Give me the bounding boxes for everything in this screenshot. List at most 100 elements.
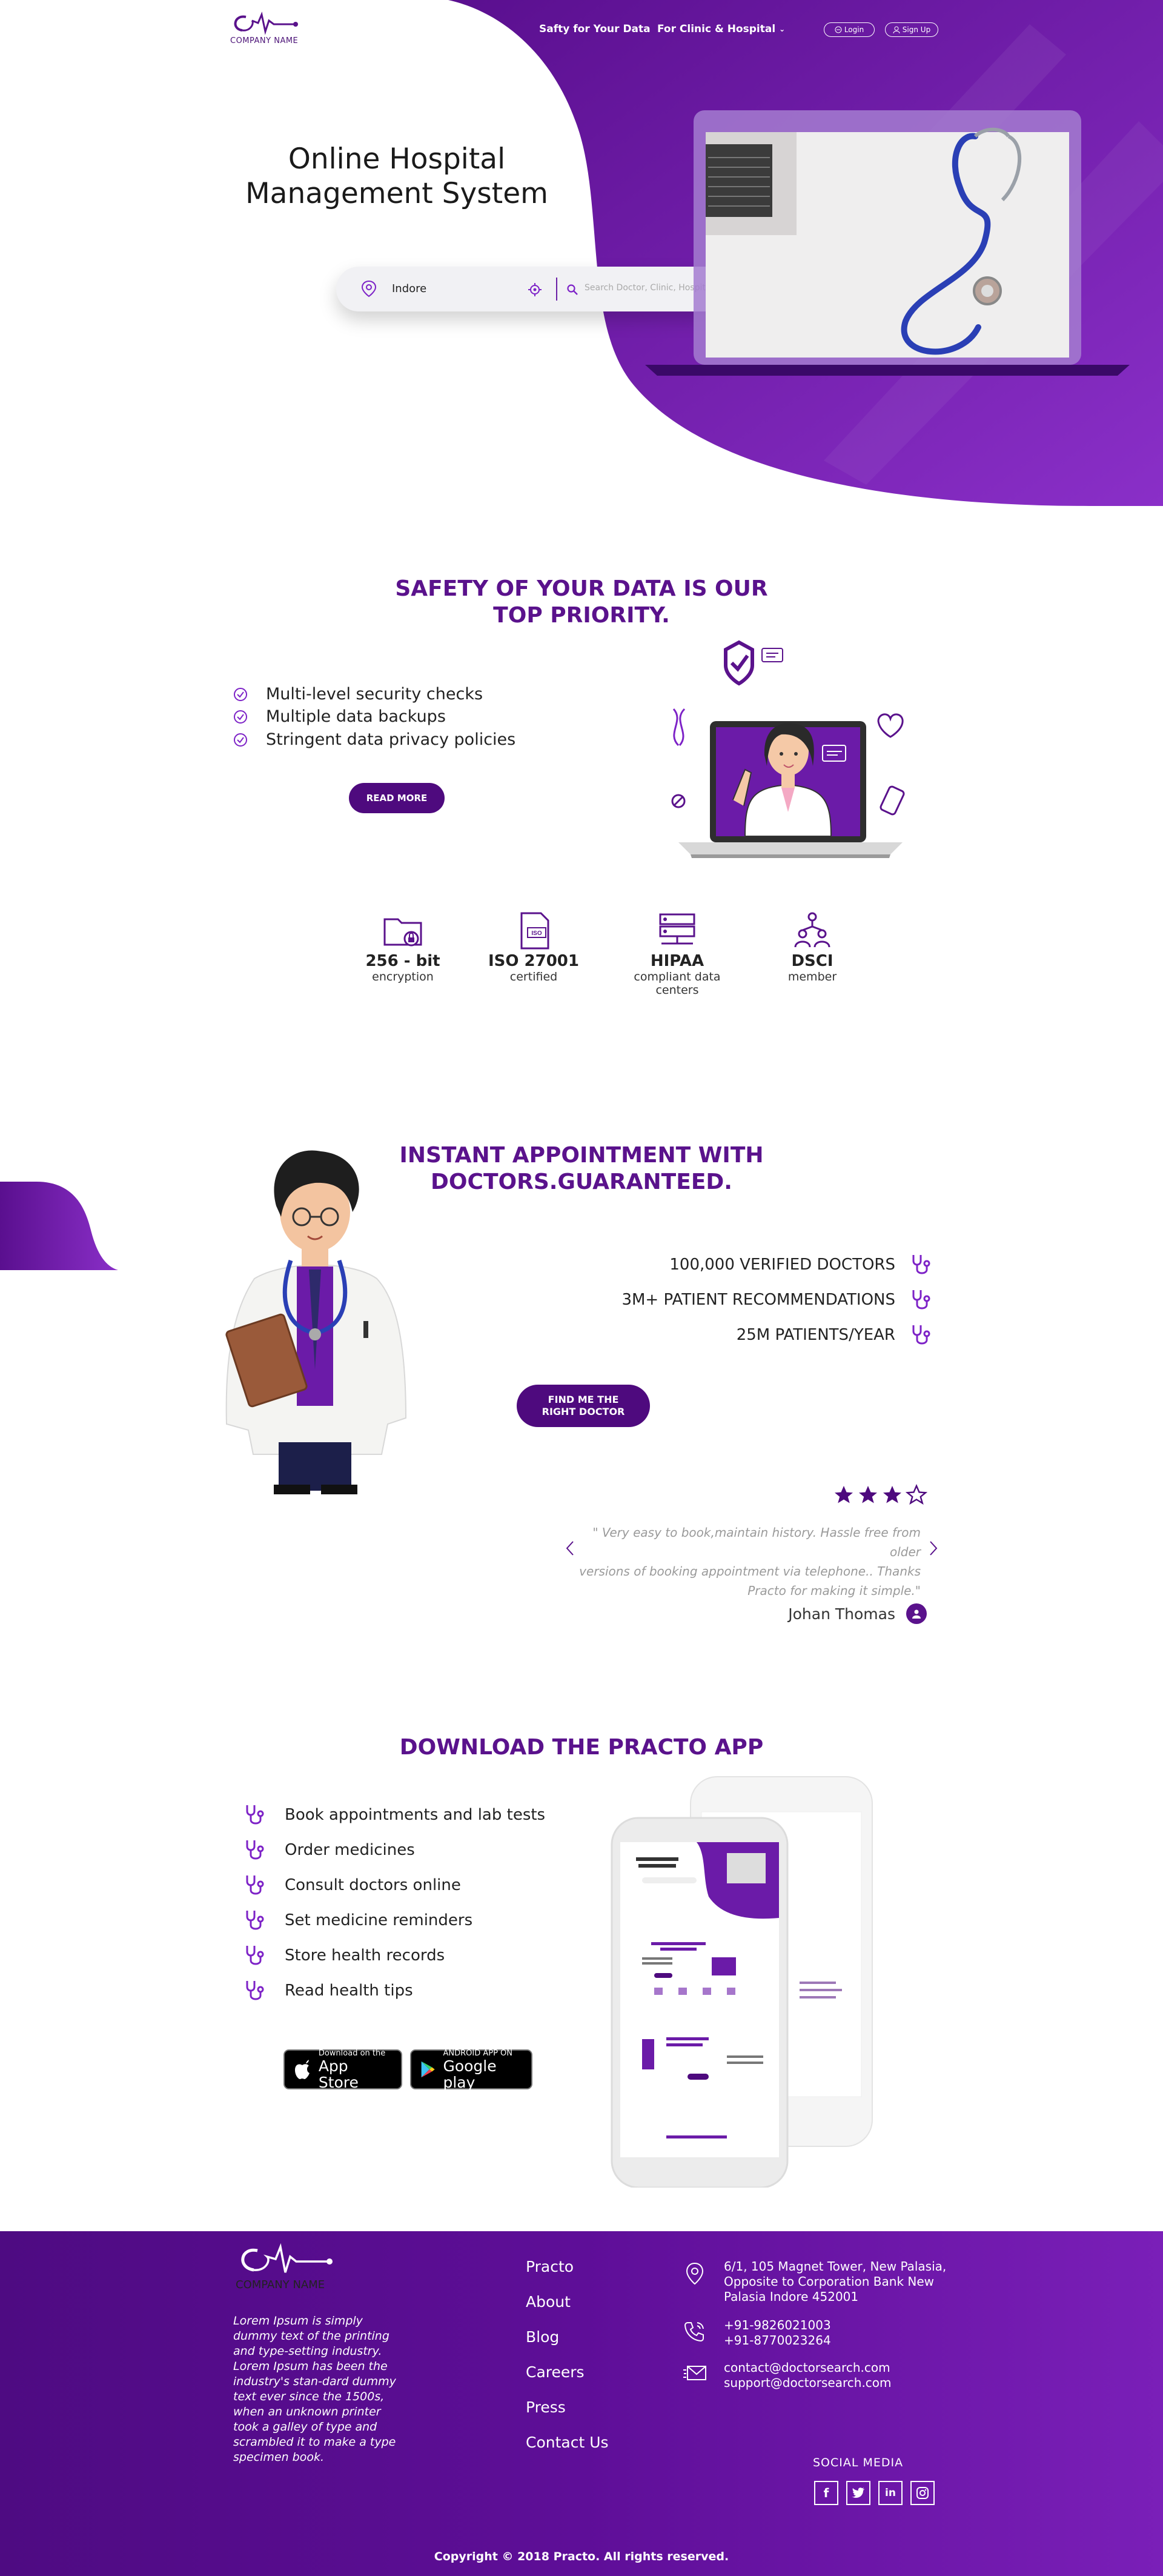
check-circle-icon [234,733,247,747]
app-store-small-text: Download on the [318,2048,386,2058]
stethoscope-icon [912,1290,930,1310]
login-button[interactable]: Login [824,22,875,37]
city-input[interactable]: Indore [392,282,501,295]
google-play-icon [421,2061,435,2078]
cert-dsci: DSCI member [755,912,870,983]
instagram-icon[interactable] [910,2481,935,2505]
hero-section: COMPANY NAME Safty for Your Data For Cli… [0,0,1163,509]
decorative-blob [0,1182,118,1270]
footer-logo-text: COMPANY NAME [236,2278,325,2291]
hero-title: Online Hospital Management System [206,142,588,211]
phone-2[interactable]: +91-8770023264 [724,2333,831,2348]
apple-icon [294,2060,310,2080]
hero-title-line-1: Online Hospital [288,142,506,176]
download-title: DOWNLOAD THE PRACTO APP [399,1735,764,1760]
appointment-title-line-2: DOCTORS.GUARANTEED. [431,1170,732,1194]
email-1[interactable]: contact@doctorsearch.com [724,2360,892,2375]
footer-link-press[interactable]: Press [526,2398,566,2416]
address-line-2: Opposite to Corporation Bank New [724,2274,935,2289]
footer-link-careers[interactable]: Careers [526,2363,585,2381]
read-more-button[interactable]: READ MORE [349,783,445,813]
footer-link-about[interactable]: About [526,2293,571,2311]
rating-stars [833,1484,930,1507]
app-feature-label: Store health records [285,1946,445,1965]
security-check-item: Stringent data privacy policies [233,730,515,749]
logo-text: COMPANY NAME [230,36,299,45]
cert-iso-title: ISO 27001 [488,952,579,970]
chevron-down-icon: ⌄ [779,25,786,33]
cert-hipaa: HIPAA compliant data centers [617,912,738,997]
footer-link-blog[interactable]: Blog [526,2328,559,2346]
cert-iso-subtitle: certified [509,970,558,983]
footer-link-practo[interactable]: Practo [526,2258,574,2275]
signup-button[interactable]: Sign Up [885,22,938,37]
footer [0,2231,1163,2576]
iso-document-icon: ISO [520,912,549,950]
footer-emails: contact@doctorsearch.com support@doctors… [724,2360,892,2391]
search-icon [567,284,578,295]
google-play-small-text: ANDROID APP ON [443,2048,512,2058]
app-feature-item: Consult doctors online [242,1873,461,1897]
email-2[interactable]: support@doctorsearch.com [724,2375,892,2391]
review-line-2: versions of booking appointment via tele… [579,1564,921,1579]
footer-link-contact[interactable]: Contact Us [526,2434,609,2451]
footer-phones: +91-9826021003 +91-8770023264 [724,2318,831,2348]
stethoscope-icon [246,1875,264,1895]
app-feature-item: Set medicine reminders [242,1908,472,1932]
review-quote: " Very easy to book,maintain history. Ha… [569,1523,921,1600]
signup-label: Sign Up [902,25,931,34]
check-circle-icon [234,710,247,724]
stethoscope-icon [246,1946,264,1965]
stethoscope-pulse-logo-icon [241,2243,333,2273]
find-doctor-line-2: RIGHT DOCTOR [542,1406,625,1417]
company-logo[interactable]: COMPANY NAME [225,7,304,50]
cert-encryption-title: 256 - bit [365,952,440,970]
cert-dsci-subtitle: member [787,970,837,983]
stethoscope-icon [246,1911,264,1930]
app-feature-label: Order medicines [285,1841,415,1859]
locate-me-icon[interactable] [528,282,542,297]
facebook-icon[interactable]: f [814,2481,838,2505]
login-icon [835,26,842,33]
copyright-text: Copyright © 2018 Practo. All rights rese… [434,2550,729,2563]
stat-patient-recommendations: 3M+ PATIENT RECOMMENDATIONS [621,1288,933,1312]
find-doctor-line-1: FIND ME THE [548,1394,619,1405]
appointment-title-line-1: INSTANT APPOINTMENT WITH [399,1143,764,1168]
twitter-icon[interactable] [846,2481,870,2505]
nav-clinic-dropdown[interactable]: For Clinic & Hospital ⌄ [657,23,785,35]
phone-1[interactable]: +91-9826021003 [724,2318,831,2333]
stat-patients-per-year: 25M PATIENTS/YEAR [737,1323,933,1347]
google-play-big-text: Google play [443,2057,497,2091]
safety-title: SAFETY OF YOUR DATA IS OUR TOP PRIORITY. [339,576,824,629]
stethoscope-icon [246,1981,264,2000]
cert-hipaa-title: HIPAA [650,952,704,970]
find-doctor-button[interactable]: FIND ME THE RIGHT DOCTOR [517,1385,650,1427]
linkedin-icon[interactable]: in [878,2481,903,2505]
app-feature-label: Book appointments and lab tests [285,1806,546,1824]
login-label: Login [844,25,864,34]
app-feature-label: Set medicine reminders [285,1911,473,1929]
check-circle-icon [234,687,247,701]
chevron-right-icon[interactable] [927,1539,939,1557]
footer-address: 6/1, 105 Magnet Tower, New Palasia, Oppo… [724,2259,946,2305]
stat-label: 3M+ PATIENT RECOMMENDATIONS [621,1291,895,1309]
google-play-button[interactable]: ANDROID APP ON Google play [410,2048,532,2091]
nav-safety-link[interactable]: Safty for Your Data [539,23,651,35]
reviewer-name: Johan Thomas [788,1605,895,1623]
safety-title-line-1: SAFETY OF YOUR DATA IS OUR [395,576,768,601]
avatar [906,1603,927,1624]
app-store-button[interactable]: Download on the App Store [283,2048,402,2091]
footer-logo[interactable]: COMPANY NAME [233,2242,342,2291]
app-feature-label: Read health tips [285,1982,413,2000]
app-phone-mockups [611,1776,873,2188]
address-line-1: 6/1, 105 Magnet Tower, New Palasia, [724,2259,947,2274]
app-feature-item: Store health records [242,1943,445,1968]
app-feature-label: Consult doctors online [285,1876,461,1894]
map-pin-icon [361,280,377,298]
stethoscope-icon [912,1255,930,1274]
email-icon [683,2366,706,2380]
doctor-illustration [225,1150,407,1494]
review-line-3: Practo for making it simple." [747,1583,921,1598]
appointment-title: INSTANT APPOINTMENT WITH DOCTORS.GUARANT… [388,1142,775,1196]
nav-clinic-label: For Clinic & Hospital [657,23,776,35]
